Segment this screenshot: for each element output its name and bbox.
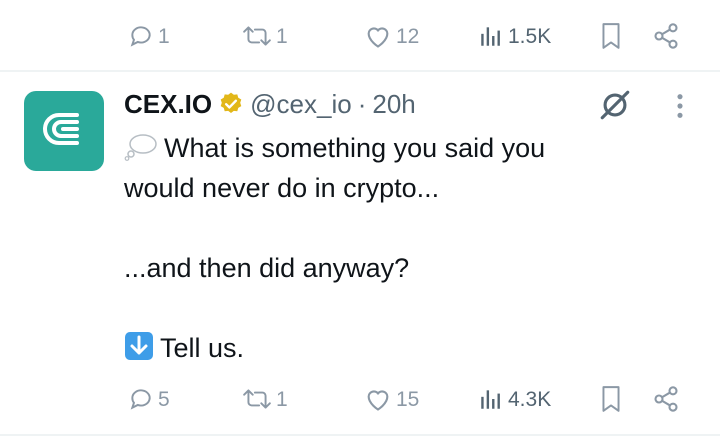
grok-icon — [600, 90, 630, 120]
tweet-line-3: ...and then did anyway? — [124, 253, 410, 283]
display-name[interactable]: CEX.IO — [124, 89, 212, 120]
top-action-bar: 1 1 12 1.5K — [0, 16, 720, 56]
more-button[interactable] — [674, 92, 686, 125]
verified-badge-icon — [220, 92, 242, 113]
cex-logo-icon — [43, 113, 79, 145]
tweet-line-1-text: What is something you said you — [164, 133, 546, 163]
bottom-divider — [0, 434, 720, 436]
grok-button[interactable] — [598, 88, 632, 127]
tweet-action-bar: 5 1 15 4.3K — [0, 379, 720, 419]
more-icon — [677, 94, 683, 118]
reply-button[interactable]: 5 — [128, 379, 170, 419]
retweet-button[interactable]: 1 — [242, 16, 288, 56]
bar-chart-icon — [481, 390, 500, 409]
bookmark-icon — [602, 386, 620, 412]
share-button[interactable] — [652, 379, 680, 419]
tweet-header: CEX.IO @cex_io · 20h — [124, 84, 416, 124]
retweet-icon — [243, 389, 271, 409]
tweet-line-4-text: Tell us. — [160, 333, 245, 363]
timestamp[interactable]: 20h — [372, 89, 415, 120]
retweet-count: 1 — [276, 24, 288, 48]
reply-count: 1 — [158, 24, 170, 48]
reply-count: 5 — [158, 387, 170, 411]
bookmark-button[interactable] — [598, 16, 624, 56]
tweet-divider — [0, 70, 720, 72]
retweet-count: 1 — [276, 387, 288, 411]
tweet-line-1: What is something you said you — [124, 128, 684, 168]
speech-bubble-icon — [130, 26, 151, 47]
bookmark-button[interactable] — [598, 379, 624, 419]
avatar[interactable] — [24, 91, 104, 171]
reply-button[interactable]: 1 — [128, 16, 170, 56]
separator-dot: · — [357, 88, 367, 119]
views-count: 1.5K — [508, 24, 552, 48]
share-icon — [654, 386, 678, 412]
heart-icon — [367, 390, 389, 411]
like-button[interactable]: 15 — [364, 379, 419, 419]
bar-chart-icon — [481, 27, 500, 46]
thought-balloon-icon — [124, 134, 157, 161]
retweet-icon — [243, 26, 271, 46]
tweet-line-4: Tell us. — [124, 328, 684, 368]
like-count: 12 — [396, 24, 420, 48]
handle[interactable]: @cex_io — [250, 89, 352, 120]
share-button[interactable] — [652, 16, 680, 56]
share-icon — [654, 23, 678, 49]
retweet-button[interactable]: 1 — [242, 379, 288, 419]
tweet-line-2: would never do in crypto... — [124, 173, 440, 203]
like-count: 15 — [396, 387, 420, 411]
like-button[interactable]: 12 — [364, 16, 419, 56]
views-count: 4.3K — [508, 387, 552, 411]
views-button[interactable]: 4.3K — [478, 379, 551, 419]
views-button[interactable]: 1.5K — [478, 16, 551, 56]
down-arrow-icon — [125, 332, 153, 360]
heart-icon — [367, 27, 389, 48]
bookmark-icon — [602, 23, 620, 49]
speech-bubble-icon — [130, 389, 151, 410]
tweet-text: What is something you said you would nev… — [124, 128, 684, 368]
